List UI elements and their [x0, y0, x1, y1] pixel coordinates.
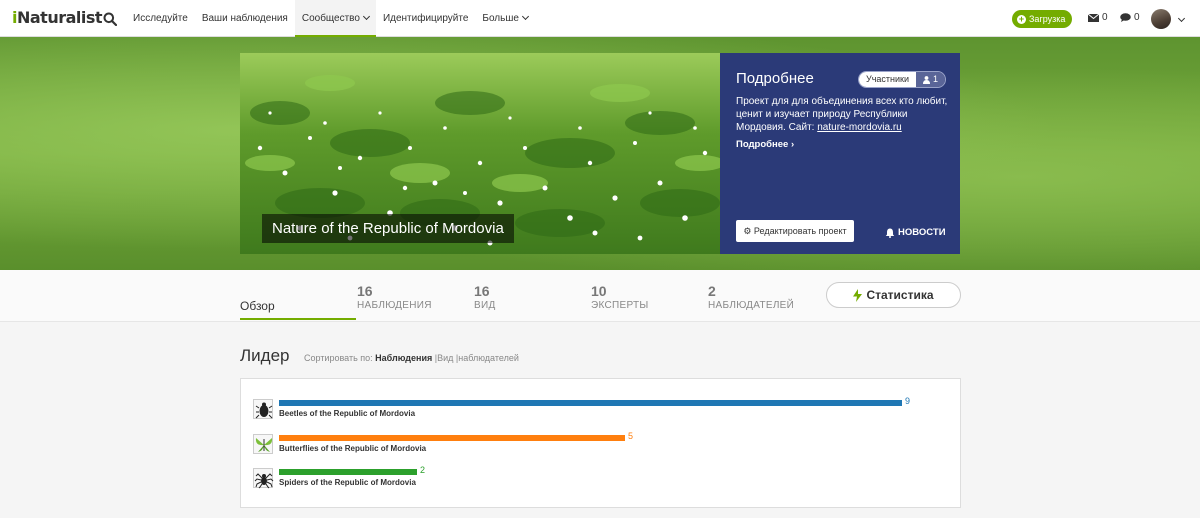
stat-observers[interactable]: 2 НАБЛЮДАТЕЛЕЙ — [708, 283, 794, 311]
leaderboard-row[interactable]: 5 Butterflies of the Republic of Mordovi… — [253, 431, 943, 460]
project-stats-bar: Обзор 16 НАБЛЮДЕНИЯ 16 ВИД 10 ЭКСПЕРТЫ 2… — [0, 270, 1200, 322]
project-info-panel: Подробнее Участники 1 Проект для для объ… — [720, 53, 960, 254]
inaturalist-logo[interactable]: iNaturalist — [12, 8, 103, 27]
leaderboard-title: Лидер — [240, 346, 290, 365]
leaderboard-project-name[interactable]: Spiders of the Republic of Mordovia — [279, 478, 416, 487]
leaderboard-bar — [279, 469, 417, 475]
search-icon[interactable] — [103, 12, 117, 26]
edit-project-button[interactable]: ⚙ Редактировать проект — [736, 220, 854, 242]
leaderboard-bar — [279, 400, 902, 406]
sort-option-species[interactable]: Вид — [437, 353, 453, 363]
speech-bubble-icon — [1120, 13, 1131, 22]
read-more-link[interactable]: Подробнее › — [736, 139, 794, 150]
stat-identifiers[interactable]: 10 ЭКСПЕРТЫ — [591, 283, 649, 311]
beetle-icon — [253, 399, 273, 419]
statistics-button[interactable]: Статистика — [826, 282, 961, 308]
members-count: 1 — [916, 72, 946, 87]
envelope-icon — [1088, 13, 1099, 22]
leaderboard-value: 2 — [420, 465, 426, 475]
leaderboard-bar — [279, 435, 625, 441]
nav-identify[interactable]: Идентифицируйте — [376, 0, 475, 37]
plus-icon: + — [1017, 13, 1026, 24]
leaderboard-sort: Сортировать по: Наблюдения |Вид |наблюда… — [304, 353, 519, 363]
nav-your-observations[interactable]: Ваши наблюдения — [195, 0, 295, 37]
messages-button[interactable]: 0 — [1088, 12, 1108, 23]
lightning-icon — [853, 288, 863, 302]
about-heading: Подробнее — [736, 70, 814, 87]
spider-icon — [253, 468, 274, 489]
members-badge[interactable]: Участники 1 — [858, 71, 947, 88]
chevron-right-icon: › — [790, 139, 795, 150]
leaderboard-value: 5 — [628, 431, 634, 441]
active-tab-indicator — [240, 318, 356, 320]
avatar[interactable] — [1151, 9, 1171, 29]
gear-icon: ⚙ — [743, 226, 752, 236]
project-site-link[interactable]: nature-mordovia.ru — [817, 122, 901, 133]
sort-option-observations[interactable]: Наблюдения — [375, 353, 432, 363]
project-cover-image: Nature of the Republic of Mordovia — [240, 53, 720, 254]
leaderboard-project-name[interactable]: Butterflies of the Republic of Mordovia — [279, 444, 426, 453]
chevron-down-icon — [362, 12, 370, 21]
butterfly-icon — [253, 434, 273, 454]
stat-species[interactable]: 16 ВИД — [474, 283, 496, 311]
leaderboard-row[interactable]: 9 Beetles of the Republic of Mordovia — [253, 396, 943, 425]
nav-explore[interactable]: Исследуйте — [126, 0, 195, 37]
project-title: Nature of the Republic of Mordovia — [262, 214, 514, 243]
news-link[interactable]: НОВОСТИ — [885, 227, 946, 238]
person-icon — [923, 75, 930, 84]
leaderboard-row[interactable]: 2 Spiders of the Republic of Mordovia — [253, 465, 943, 494]
top-navigation-bar: iNaturalist Исследуйте Ваши наблюдения С… — [0, 0, 1200, 37]
notifications-button[interactable]: 0 — [1120, 12, 1140, 23]
project-description: Проект для для объединения всех кто люби… — [736, 96, 948, 133]
upload-button[interactable]: + Загрузка — [1012, 10, 1073, 28]
leaderboard-panel: 9 Beetles of the Republic of Mordovia 5 … — [240, 378, 961, 508]
bell-icon — [885, 228, 895, 238]
leaderboard-value: 9 — [905, 396, 911, 406]
stat-observations[interactable]: 16 НАБЛЮДЕНИЯ — [357, 283, 432, 311]
nav-community[interactable]: Сообщество — [294, 0, 376, 37]
chevron-down-icon[interactable] — [1177, 14, 1186, 23]
chevron-down-icon — [521, 12, 529, 21]
tab-overview[interactable]: Обзор — [240, 299, 275, 313]
nav-more[interactable]: Больше — [475, 0, 535, 37]
sort-option-observers[interactable]: наблюдателей — [458, 353, 519, 363]
leaderboard-project-name[interactable]: Beetles of the Republic of Mordovia — [279, 409, 415, 418]
members-label: Участники — [859, 72, 916, 87]
main-nav: Исследуйте Ваши наблюдения Сообщество Ид… — [126, 0, 535, 37]
